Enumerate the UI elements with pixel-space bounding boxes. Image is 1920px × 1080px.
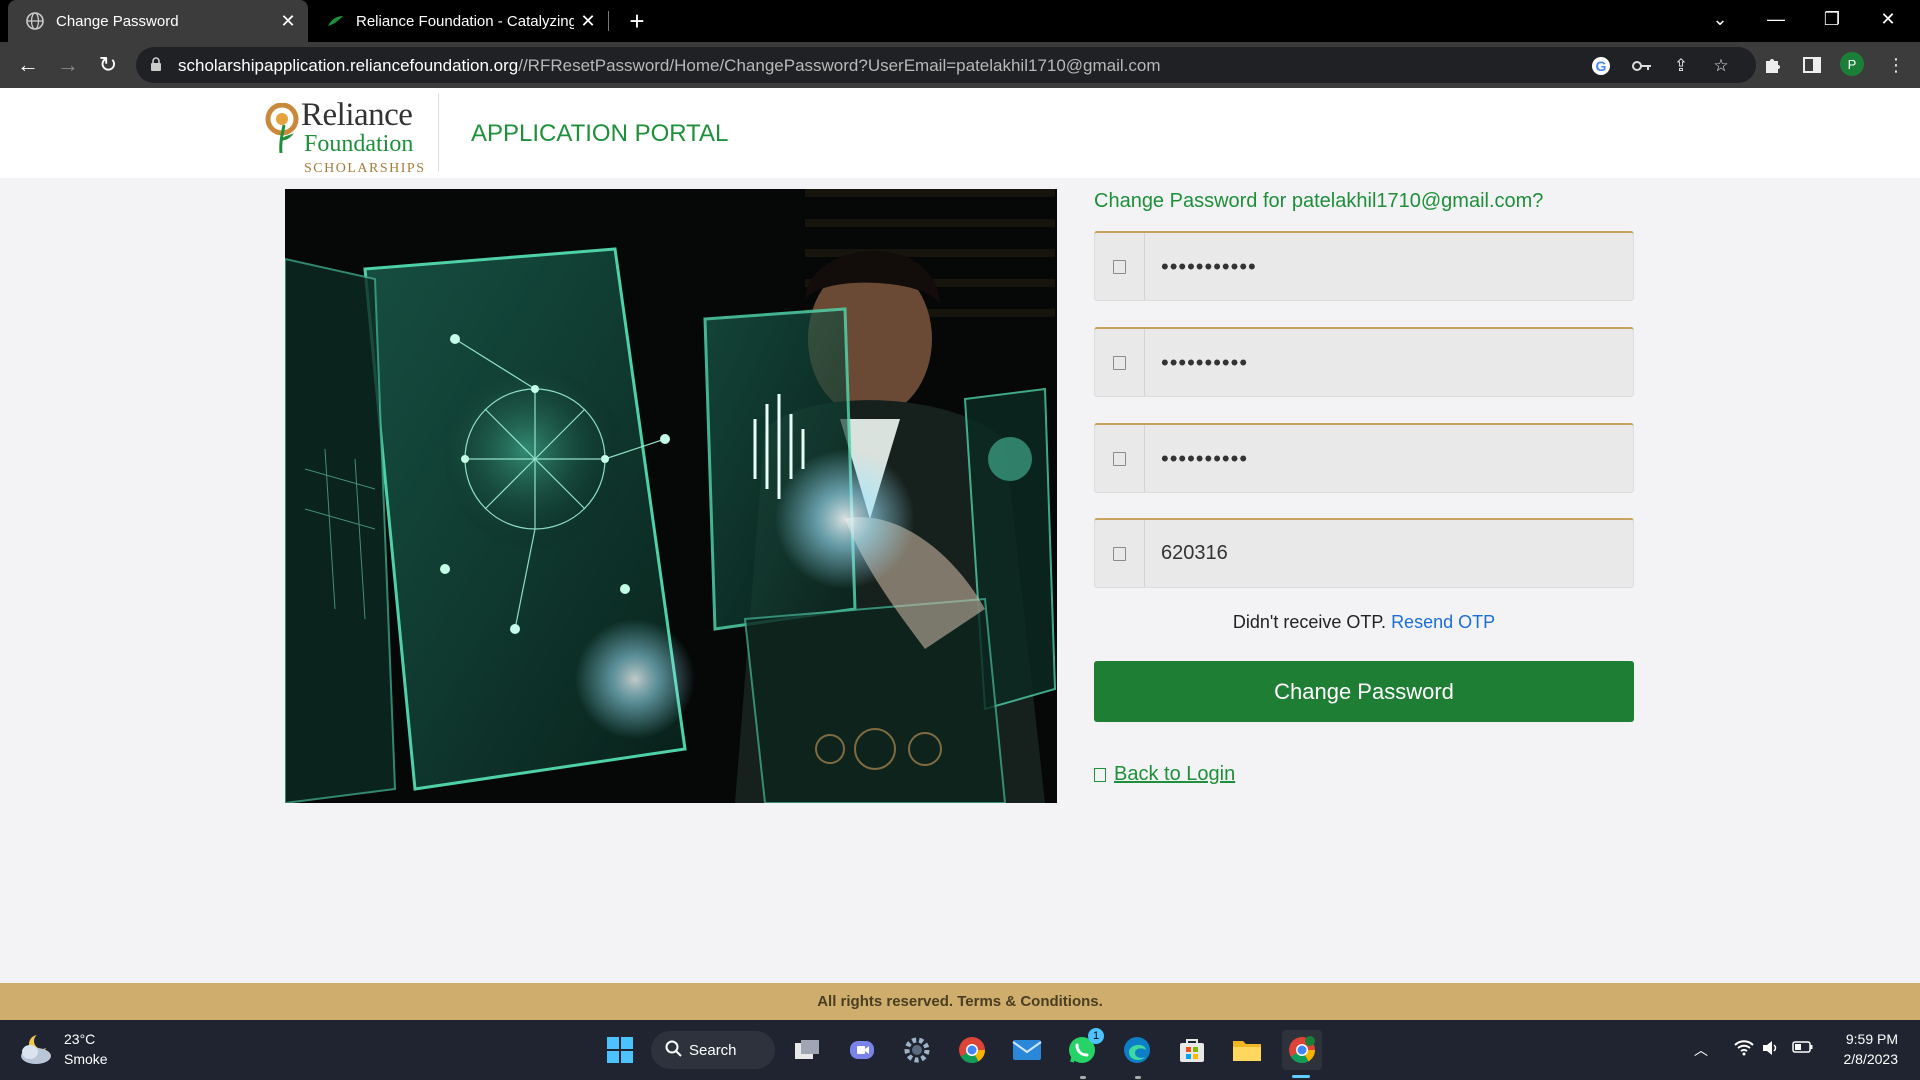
close-icon[interactable]: ✕ xyxy=(274,7,302,35)
url-host: scholarshipapplication.reliancefoundatio… xyxy=(178,56,519,75)
tab-reliance-foundation[interactable]: Reliance Foundation - Catalyzing ✕ xyxy=(316,0,608,42)
address-bar[interactable]: scholarshipapplication.reliancefoundatio… xyxy=(136,47,1756,83)
chevron-up-icon[interactable]: ︿ xyxy=(1694,1040,1708,1060)
logo-emblem-icon xyxy=(265,103,299,153)
window-close-icon[interactable]: ✕ xyxy=(1860,0,1916,38)
reliance-foundation-logo[interactable]: Reliance Foundation SCHOLARSHIPS xyxy=(264,93,428,176)
url-text: scholarshipapplication.reliancefoundatio… xyxy=(178,56,1161,76)
weather-condition: Smoke xyxy=(64,1051,108,1067)
lock-icon xyxy=(150,57,162,77)
otp-input[interactable] xyxy=(1147,520,1627,587)
tab-search-chevron-icon[interactable]: ⌄ xyxy=(1692,0,1748,38)
edge-icon[interactable] xyxy=(1117,1030,1157,1070)
whatsapp-icon[interactable]: 1 xyxy=(1062,1028,1104,1070)
hero-illustration xyxy=(285,189,1057,803)
current-password-input[interactable] xyxy=(1147,233,1627,300)
weather-moon-cloud-icon[interactable] xyxy=(18,1032,56,1066)
chrome-profile-icon[interactable] xyxy=(1282,1030,1322,1070)
logo-text-foundation: Foundation xyxy=(304,131,414,157)
confirm-password-input[interactable] xyxy=(1147,425,1627,492)
confirm-password-field[interactable] xyxy=(1094,423,1634,493)
lock-addon-icon xyxy=(1095,425,1145,492)
menu-kebab-icon[interactable]: ⋮ xyxy=(1880,49,1912,81)
wifi-icon[interactable] xyxy=(1734,1040,1754,1059)
arrow-left-icon xyxy=(1094,767,1106,782)
lock-addon-icon xyxy=(1095,329,1145,396)
leaf-icon xyxy=(326,12,344,30)
globe-icon xyxy=(26,12,44,30)
taskbar-search-button[interactable]: Search xyxy=(651,1031,775,1069)
profile-avatar[interactable]: P xyxy=(1840,52,1864,76)
lock-addon-icon xyxy=(1095,233,1145,300)
otp-field[interactable] xyxy=(1094,518,1634,588)
mail-icon[interactable] xyxy=(1007,1030,1047,1070)
portal-title: APPLICATION PORTAL xyxy=(471,120,729,147)
extensions-puzzle-icon[interactable] xyxy=(1756,49,1788,81)
battery-icon[interactable] xyxy=(1792,1040,1814,1057)
new-password-input[interactable] xyxy=(1147,329,1627,396)
search-label: Search xyxy=(689,1041,737,1059)
change-password-button[interactable]: Change Password xyxy=(1094,661,1634,722)
header-divider xyxy=(438,94,439,172)
browser-toolbar: ← → ↻ scholarshipapplication.reliancefou… xyxy=(0,42,1920,88)
side-panel-icon[interactable] xyxy=(1796,49,1828,81)
tab-title: Reliance Foundation - Catalyzing xyxy=(356,12,574,30)
key-addon-icon xyxy=(1095,520,1145,587)
key-icon[interactable] xyxy=(1629,53,1655,79)
tab-change-password[interactable]: Change Password ✕ xyxy=(8,0,308,42)
tab-title: Change Password xyxy=(56,12,179,30)
teams-chat-icon[interactable] xyxy=(842,1030,882,1070)
new-tab-button[interactable]: + xyxy=(622,6,652,36)
back-arrow-icon[interactable]: ← xyxy=(12,49,44,81)
running-indicator xyxy=(1135,1076,1141,1079)
clock-time[interactable]: 9:59 PM xyxy=(1846,1031,1898,1047)
url-path: //RFResetPassword/Home/ChangePassword?Us… xyxy=(518,56,1161,75)
search-icon xyxy=(665,1040,682,1057)
microsoft-store-icon[interactable] xyxy=(1172,1030,1212,1070)
hero-image xyxy=(285,189,1057,803)
google-lens-icon[interactable]: G xyxy=(1588,53,1614,79)
otp-resend-line: Didn't receive OTP. Resend OTP xyxy=(1094,612,1634,633)
browser-tab-strip: Change Password ✕ Reliance Foundation - … xyxy=(0,0,1920,42)
whatsapp-badge: 1 xyxy=(1088,1028,1104,1044)
restore-icon[interactable]: ❐ xyxy=(1804,0,1860,38)
site-header: Reliance Foundation SCHOLARSHIPS APPLICA… xyxy=(0,88,1920,178)
chrome-icon[interactable] xyxy=(952,1030,992,1070)
windows-taskbar: 23°C Smoke Search 1 ︿ 9:59 PM 2/8/2023 xyxy=(0,1020,1920,1080)
resend-otp-link[interactable]: Resend OTP xyxy=(1391,612,1495,632)
clock-date[interactable]: 2/8/2023 xyxy=(1844,1051,1899,1067)
bookmark-star-icon[interactable]: ☆ xyxy=(1708,53,1734,79)
logo-text-reliance: Reliance xyxy=(301,97,413,133)
site-footer: All rights reserved. Terms & Conditions. xyxy=(0,983,1920,1020)
file-explorer-icon[interactable] xyxy=(1227,1030,1267,1070)
minimize-icon[interactable]: — xyxy=(1748,0,1804,38)
volume-icon[interactable] xyxy=(1762,1040,1780,1059)
form-title: Change Password for patelakhil1710@gmail… xyxy=(1094,190,1544,212)
close-icon[interactable]: ✕ xyxy=(574,7,602,35)
forward-arrow-icon[interactable]: → xyxy=(52,49,84,81)
running-indicator xyxy=(1080,1076,1086,1079)
task-view-icon[interactable] xyxy=(787,1030,827,1070)
current-password-field[interactable] xyxy=(1094,231,1634,301)
settings-gear-icon[interactable] xyxy=(897,1030,937,1070)
windows-start-icon[interactable] xyxy=(600,1030,640,1070)
svg-text:G: G xyxy=(1596,58,1607,74)
back-to-login-link[interactable]: Back to Login xyxy=(1094,763,1235,786)
active-app-indicator xyxy=(1292,1075,1310,1078)
otp-prompt-text: Didn't receive OTP. xyxy=(1232,612,1387,632)
weather-temperature: 23°C xyxy=(64,1031,96,1047)
back-to-login-label: Back to Login xyxy=(1114,763,1236,785)
new-password-field[interactable] xyxy=(1094,327,1634,397)
reload-icon[interactable]: ↻ xyxy=(92,49,124,81)
share-icon[interactable]: ⇪ xyxy=(1668,53,1694,79)
logo-text-scholarships: SCHOLARSHIPS xyxy=(304,161,426,176)
tab-separator xyxy=(608,11,609,31)
